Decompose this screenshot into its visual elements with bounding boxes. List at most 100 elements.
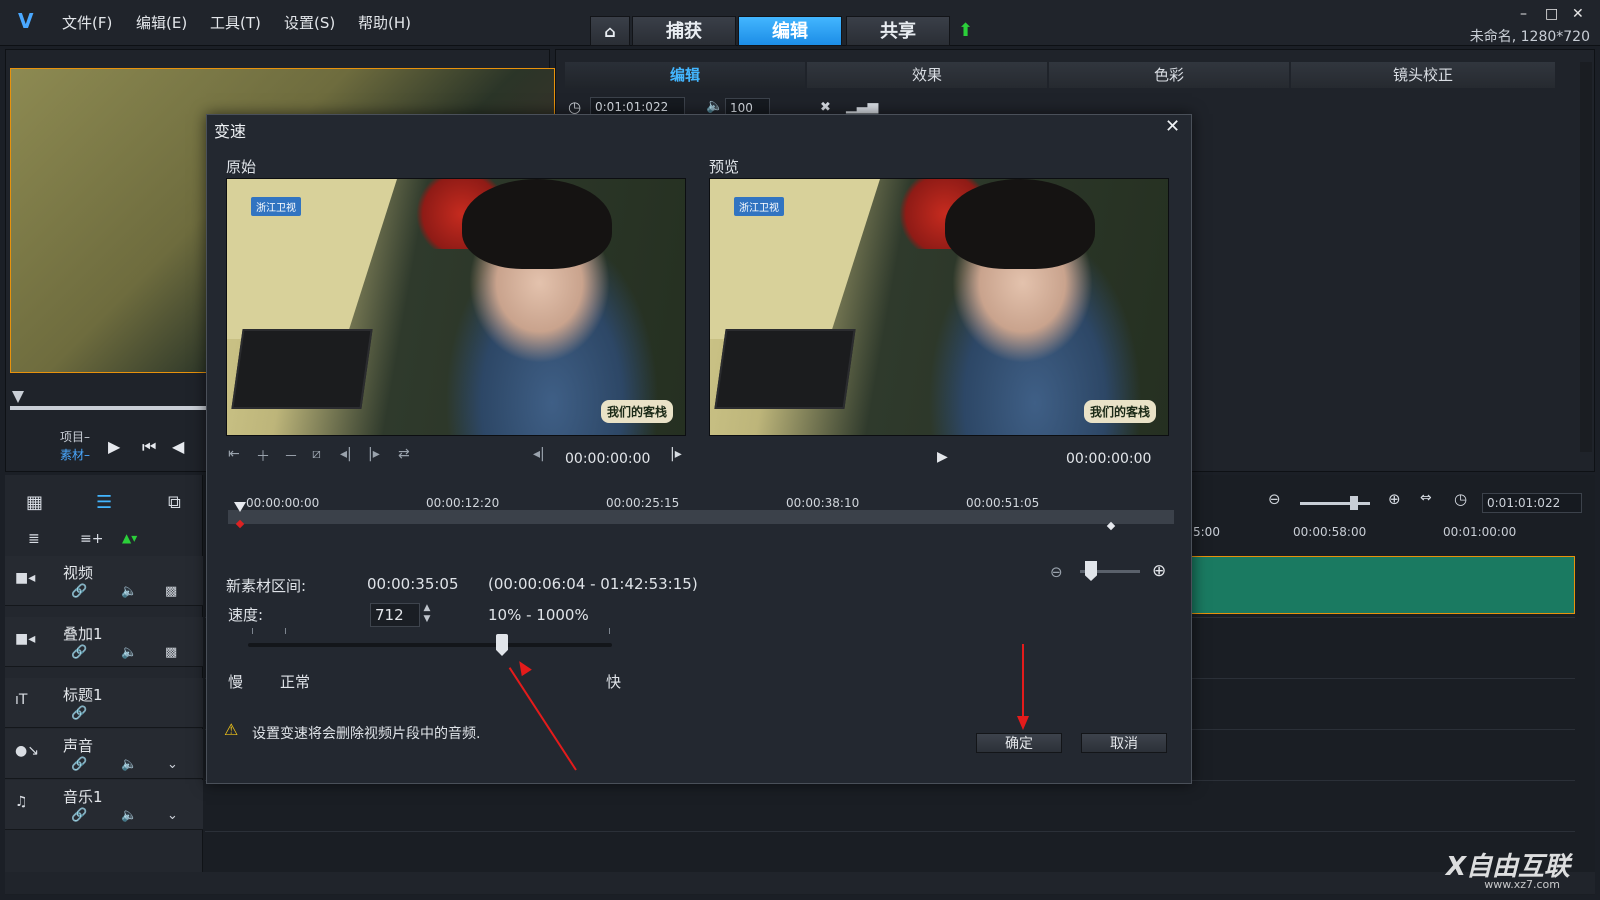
play-icon[interactable]: ▶ <box>108 437 120 456</box>
channel-logo: 浙江卫视 <box>734 197 784 216</box>
subtab-lens-correction[interactable]: 镜头校正 <box>1291 62 1555 88</box>
add-icon[interactable]: ＋ <box>256 446 270 466</box>
menu-file[interactable]: 文件(F) <box>62 12 112 33</box>
split-icon[interactable]: ⧄ <box>312 446 321 462</box>
timeline-time-field[interactable]: 0:01:01:022 <box>1482 493 1582 513</box>
preview-label: 预览 <box>709 158 740 176</box>
skip-start-icon[interactable]: ⏮ <box>142 437 156 457</box>
copy-clip-icon[interactable]: ⧉ <box>168 492 181 513</box>
cancel-button[interactable]: 取消 <box>1081 733 1167 753</box>
ripple-edit-icon[interactable]: ▲▾ <box>122 531 137 545</box>
ruler-label: 00:00:58:00 <box>1293 525 1367 539</box>
next-mark-icon[interactable]: |▸ <box>368 446 380 462</box>
home-icon: ⌂ <box>604 22 616 41</box>
upload-icon[interactable]: ⬆ <box>958 20 973 41</box>
project-mode-label[interactable]: 项目– <box>60 428 90 445</box>
storyboard-view-icon[interactable]: ▦ <box>26 492 43 513</box>
zoom-out-icon[interactable]: ⊖ <box>1268 490 1281 508</box>
menu-tools[interactable]: 工具(T) <box>210 12 261 33</box>
track-manager-icon[interactable]: ≣ <box>28 531 40 547</box>
original-video: 浙江卫视 我们的客栈 <box>226 178 686 436</box>
link-icon[interactable]: 🔗 <box>71 757 87 772</box>
track-title[interactable]: ıT 标题1 🔗 <box>5 678 203 728</box>
new-duration-value: 00:00:35:05 <box>367 575 459 593</box>
slow-label: 慢 <box>228 673 244 691</box>
track-music[interactable]: ♫ 音乐1 🔗 🔈 ⌄ <box>5 780 203 830</box>
grid-icon[interactable]: ▩ <box>165 645 177 660</box>
mute-icon[interactable]: ✖ <box>820 100 831 115</box>
home-tab[interactable]: ⌂ <box>590 16 630 46</box>
dialog-close-icon[interactable]: ✕ <box>1165 116 1180 137</box>
watermark-url: www.xz7.com <box>1484 878 1560 891</box>
panel-scrollbar[interactable] <box>1580 62 1592 452</box>
tab-share[interactable]: 共享 <box>846 16 950 46</box>
ruler-tick-label: 00:00:38:10 <box>786 496 860 510</box>
tab-capture[interactable]: 捕获 <box>632 16 736 46</box>
mute-track-icon[interactable]: 🔈 <box>121 757 137 772</box>
chevron-down-icon[interactable]: ⌄ <box>167 808 178 823</box>
timeline-zoom-knob[interactable] <box>1350 496 1358 510</box>
subtab-effects[interactable]: 效果 <box>807 62 1047 88</box>
clip-mode-label[interactable]: 素材– <box>60 446 90 463</box>
remove-icon[interactable]: － <box>284 446 298 466</box>
dialog-zoom-out-icon[interactable]: ⊖ <box>1050 563 1063 581</box>
link-icon[interactable]: 🔗 <box>71 808 87 823</box>
repeat-icon[interactable]: ⇄ <box>398 446 410 462</box>
preview-play-icon[interactable]: ▶ <box>937 449 948 465</box>
clock-icon: ◷ <box>1454 490 1468 508</box>
ruler-tick-label: 00:00:51:05 <box>966 496 1040 510</box>
link-icon[interactable]: 🔗 <box>71 584 87 599</box>
mute-track-icon[interactable]: 🔈 <box>121 645 137 660</box>
subtab-edit[interactable]: 编辑 <box>565 62 805 88</box>
speed-input[interactable] <box>370 603 420 627</box>
volume-icon: 🔈 <box>706 98 724 114</box>
close-icon[interactable]: ✕ <box>1572 6 1584 22</box>
subtab-color[interactable]: 色彩 <box>1049 62 1289 88</box>
menu-edit[interactable]: 编辑(E) <box>136 12 187 33</box>
step-forward-icon[interactable]: |▸ <box>670 446 682 462</box>
track-voice[interactable]: ●↘ 声音 🔗 🔈 ⌄ <box>5 729 203 779</box>
minimize-icon[interactable]: – <box>1520 6 1527 22</box>
fade-in-icon[interactable]: ▁▃▅ <box>846 98 878 114</box>
mute-track-icon[interactable]: 🔈 <box>121 808 137 823</box>
timeline-zoom-slider[interactable] <box>1300 502 1370 505</box>
duration-range: (00:00:06:04 - 01:42:53:15) <box>488 575 698 593</box>
menu-help[interactable]: 帮助(H) <box>358 12 411 33</box>
go-start-icon[interactable]: ⇤ <box>228 446 240 462</box>
track-overlay[interactable]: ■◂ 叠加1 🔗 🔈 ▩ <box>5 617 203 667</box>
video-track-icon: ■◂ <box>15 570 36 586</box>
fit-timeline-icon[interactable]: ⇔ <box>1420 490 1432 506</box>
ok-button[interactable]: 确定 <box>976 733 1062 753</box>
maximize-icon[interactable]: □ <box>1545 6 1558 22</box>
link-icon[interactable]: 🔗 <box>71 645 87 660</box>
dialog-title: 变速 <box>214 122 247 141</box>
ruler-tick-label: 00:00:25:15 <box>606 496 680 510</box>
add-chapter-icon[interactable]: ≡+ <box>80 531 103 547</box>
chevron-down-icon[interactable]: ⌄ <box>167 757 178 772</box>
link-icon[interactable]: 🔗 <box>71 706 87 721</box>
ruler-label: 5:00 <box>1193 525 1220 539</box>
prev-mark-icon[interactable]: ◂| <box>340 446 352 462</box>
speed-slider-track[interactable] <box>248 643 612 647</box>
warning-icon: ⚠ <box>224 720 239 739</box>
preview-scrubber[interactable] <box>10 406 210 410</box>
timeline-scrollbar[interactable] <box>5 872 1595 894</box>
grid-icon[interactable]: ▩ <box>165 584 177 599</box>
dialog-timeline-ruler[interactable] <box>228 510 1174 524</box>
speed-range: 10% - 1000% <box>488 606 589 624</box>
dialog-zoom-in-icon[interactable]: ⊕ <box>1152 561 1166 581</box>
track-name: 声音 <box>63 737 94 755</box>
app-logo-icon[interactable]: V <box>18 10 40 32</box>
tab-edit[interactable]: 编辑 <box>738 16 842 46</box>
zoom-in-icon[interactable]: ⊕ <box>1388 490 1401 508</box>
menu-settings[interactable]: 设置(S) <box>284 12 335 33</box>
track-video[interactable]: ■◂ 视频 🔗 🔈 ▩ <box>5 556 203 606</box>
track-divider <box>205 831 1575 832</box>
mute-track-icon[interactable]: 🔈 <box>121 584 137 599</box>
step-back-icon[interactable]: ◀ <box>172 437 184 456</box>
timeline-view-icon[interactable]: ☰ <box>96 492 112 513</box>
step-back-icon[interactable]: ◂| <box>533 446 545 462</box>
speed-label: 速度: <box>228 606 264 624</box>
video-clip[interactable] <box>1190 556 1575 614</box>
speed-spinner[interactable]: ▲ ▼ <box>420 603 434 627</box>
